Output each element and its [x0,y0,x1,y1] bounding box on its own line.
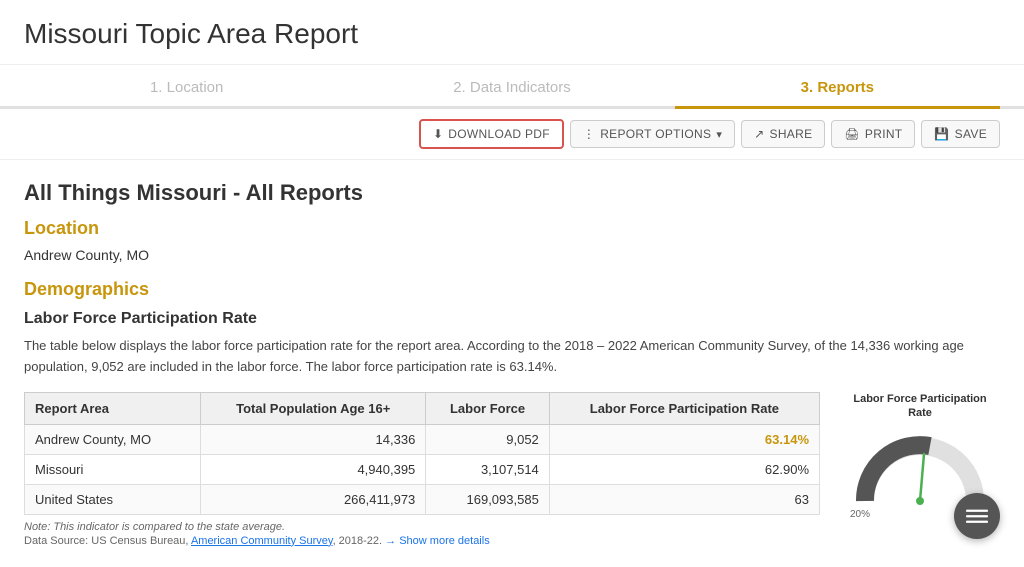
gauge-min-label: 20% [850,509,870,520]
col-header-total-pop: Total Population Age 16+ [201,392,426,424]
location-value: Andrew County, MO [24,247,1000,263]
save-icon: 💾 [934,127,949,141]
table-row: Andrew County, MO 14,336 9,052 63.14% [25,424,820,454]
toolbar: ⬇ Download PDF ⋮ Report Options ▾ ↗ Shar… [0,109,1024,160]
cell-total-pop-2: 4,940,395 [201,454,426,484]
stepper-item-data-indicators[interactable]: 2. Data Indicators [349,65,674,106]
table-source: Data Source: US Census Bureau, American … [24,535,820,547]
cell-labor-force-3: 169,093,585 [426,484,550,514]
demographics-heading: Demographics [24,279,1000,300]
main-content: All Things Missouri - All Reports Locati… [0,160,1024,567]
options-icon: ⋮ [583,127,595,141]
stepper-item-reports[interactable]: 3. Reports [675,65,1000,106]
share-icon: ↗ [754,127,764,141]
data-section: Report Area Total Population Age 16+ Lab… [24,392,1000,547]
gauge-title: Labor Force Participation Rate [840,392,1000,421]
save-button[interactable]: 💾 Save [921,120,1000,148]
print-button[interactable]: 🖨 Print [831,120,915,148]
data-table-wrapper: Report Area Total Population Age 16+ Lab… [24,392,820,547]
col-header-rate: Labor Force Participation Rate [549,392,819,424]
col-header-area: Report Area [25,392,201,424]
table-note: Note: This indicator is compared to the … [24,521,820,533]
table-row: Missouri 4,940,395 3,107,514 62.90% [25,454,820,484]
cell-rate-2: 62.90% [549,454,819,484]
print-icon: 🖨 [844,127,860,141]
labor-force-table: Report Area Total Population Age 16+ Lab… [24,392,820,515]
download-pdf-button[interactable]: ⬇ Download PDF [419,119,564,149]
cell-rate-1: 63.14% [549,424,819,454]
cell-area-1: Andrew County, MO [25,424,201,454]
show-more-link[interactable]: → Show more details [385,535,490,547]
report-title: All Things Missouri - All Reports [24,180,1000,206]
download-icon: ⬇ [433,127,443,141]
cell-labor-force-2: 3,107,514 [426,454,550,484]
cell-area-3: United States [25,484,201,514]
report-options-button[interactable]: ⋮ Report Options ▾ [570,120,735,148]
stepper: 1. Location 2. Data Indicators 3. Report… [0,65,1024,109]
page-title: Missouri Topic Area Report [0,0,1024,65]
acs-link[interactable]: American Community Survey [191,535,333,547]
location-heading: Location [24,218,1000,239]
menu-icon [966,505,988,527]
labor-force-title: Labor Force Participation Rate [24,310,1000,328]
chevron-down-icon: ▾ [716,128,722,141]
cell-total-pop-1: 14,336 [201,424,426,454]
share-button[interactable]: ↗ Share [741,120,825,148]
cell-area-2: Missouri [25,454,201,484]
table-row: United States 266,411,973 169,093,585 63 [25,484,820,514]
col-header-labor-force: Labor Force [426,392,550,424]
labor-force-description: The table below displays the labor force… [24,336,1000,378]
fab-menu-button[interactable] [954,493,1000,539]
stepper-item-location[interactable]: 1. Location [24,65,349,106]
cell-total-pop-3: 266,411,973 [201,484,426,514]
cell-labor-force-1: 9,052 [426,424,550,454]
cell-rate-3: 63 [549,484,819,514]
